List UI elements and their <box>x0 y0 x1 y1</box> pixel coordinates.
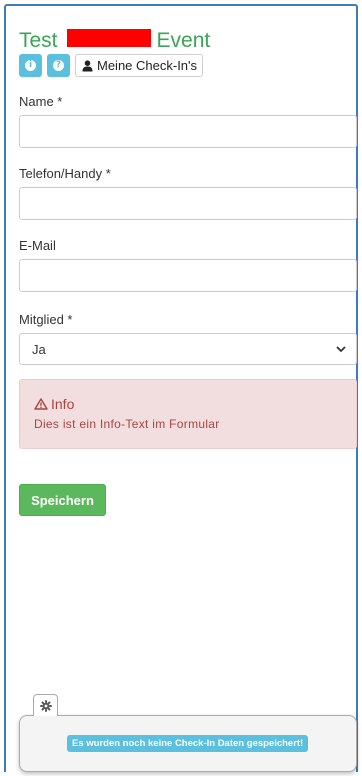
checkin-status-panel: Es wurden noch keine Check-In Daten gesp… <box>19 715 357 772</box>
no-checkin-data-badge: Es wurden noch keine Check-In Daten gesp… <box>67 735 309 752</box>
member-selected-value: Ja <box>32 341 46 357</box>
name-input[interactable] <box>19 115 357 148</box>
member-select[interactable]: Ja <box>19 333 357 365</box>
info-alert-text: Dies ist ein Info-Text im Formular <box>34 417 220 431</box>
user-icon <box>82 59 93 71</box>
my-checkins-label: Meine Check-In's <box>97 58 198 73</box>
help-button[interactable]: ? <box>47 54 70 77</box>
gear-icon <box>39 699 52 712</box>
info-alert: Info Dies ist ein Info-Text im Formular <box>19 379 357 449</box>
my-checkins-button[interactable]: Meine Check-In's <box>75 54 204 77</box>
redacted-block <box>66 29 151 47</box>
title-suffix: Event <box>156 29 211 52</box>
settings-tab[interactable] <box>33 694 58 716</box>
question-icon: ? <box>53 60 64 71</box>
header-toolbar: i ? Meine Check-In's <box>19 54 204 77</box>
chevron-down-icon <box>336 345 346 352</box>
info-title-text: Info <box>51 396 75 412</box>
info-icon: i <box>25 60 36 71</box>
email-input[interactable] <box>19 259 357 292</box>
save-button[interactable]: Speichern <box>19 484 106 516</box>
email-label: E-Mail <box>19 238 56 253</box>
name-label: Name * <box>19 94 63 109</box>
page-title: Test Event <box>19 29 210 53</box>
info-button[interactable]: i <box>19 54 42 77</box>
title-prefix: Test <box>19 29 58 52</box>
info-alert-title: Info <box>34 396 74 412</box>
warning-icon <box>34 398 48 410</box>
member-label: Mitglied * <box>19 312 73 327</box>
phone-label: Telefon/Handy * <box>19 166 111 181</box>
phone-input[interactable] <box>19 187 357 220</box>
